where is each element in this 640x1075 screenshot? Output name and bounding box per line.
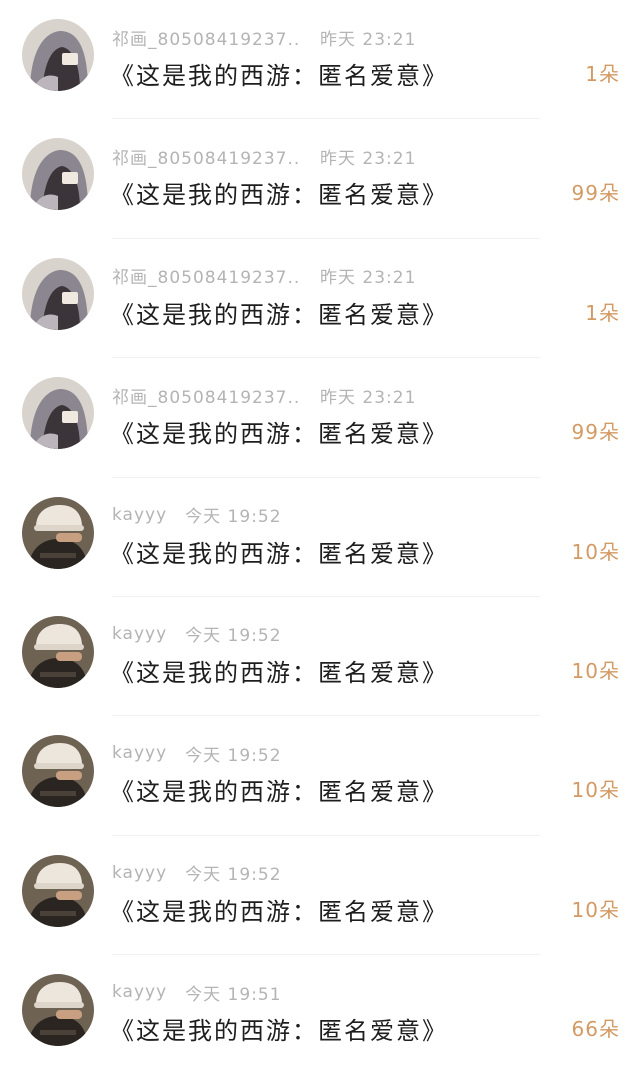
gift-count: 10朵 (571, 778, 620, 803)
gift-title: 《这是我的西游：匿名爱意》 (110, 300, 448, 329)
gift-title: 《这是我的西游：匿名爱意》 (110, 897, 448, 926)
user-avatar-hooded-icon[interactable] (22, 19, 94, 91)
gift-title: 《这是我的西游：匿名爱意》 (110, 420, 448, 449)
list-item[interactable]: 祁画_80508419237... 昨天 23:21 《这是我的西游：匿名爱意》… (0, 358, 640, 478)
gift-count: 10朵 (571, 897, 620, 922)
list-item[interactable]: kayyy 今天 19:52 《这是我的西游：匿名爱意》 10朵 (0, 478, 640, 598)
gift-count: 99朵 (571, 420, 620, 445)
sender-name[interactable]: 祁画_80508419237... (112, 144, 302, 169)
gift-meta: 祁画_80508419237... 昨天 23:21 (112, 263, 416, 289)
gift-time: 今天 19:52 (185, 865, 282, 886)
list-item[interactable]: kayyy 今天 19:52 《这是我的西游：匿名爱意》 10朵 (0, 836, 640, 956)
gift-title: 《这是我的西游：匿名爱意》 (110, 62, 448, 90)
sender-name[interactable]: kayyy (112, 743, 167, 763)
sender-name[interactable]: kayyy (112, 863, 167, 883)
gift-count: 1朵 (585, 300, 620, 325)
list-item[interactable]: kayyy 今天 19:52 《这是我的西游：匿名爱意》 10朵 (0, 716, 640, 837)
gift-title: 《这是我的西游：匿名爱意》 (110, 181, 448, 210)
list-item[interactable]: 祁画_80508419237... 昨天 23:21 《这是我的西游：匿名爱意》… (0, 119, 640, 240)
gift-title: 《这是我的西游：匿名爱意》 (110, 778, 448, 807)
gift-meta: kayyy 今天 19:52 (112, 502, 282, 528)
sender-name[interactable]: 祁画_80508419237... (112, 263, 302, 288)
list-item[interactable]: 祁画_80508419237... 昨天 23:21 《这是我的西游：匿名爱意》… (0, 0, 640, 120)
gift-time: 昨天 23:21 (320, 387, 417, 408)
gift-title: 《这是我的西游：匿名爱意》 (110, 1017, 448, 1046)
gift-count: 10朵 (571, 539, 620, 564)
sender-name[interactable]: kayyy (112, 624, 167, 644)
user-avatar-cap-icon[interactable] (22, 854, 94, 927)
gift-time: 今天 19:52 (185, 626, 282, 647)
gift-title: 《这是我的西游：匿名爱意》 (110, 658, 448, 687)
user-avatar-cap-icon[interactable] (22, 974, 94, 1047)
sender-name[interactable]: 祁画_80508419237... (112, 25, 302, 50)
gift-meta: 祁画_80508419237... 昨天 23:21 (112, 382, 416, 408)
user-avatar-cap-icon[interactable] (22, 735, 94, 808)
list-item[interactable]: kayyy 今天 19:51 《这是我的西游：匿名爱意》 66朵 (0, 955, 640, 1074)
gift-meta: 祁画_80508419237... 昨天 23:21 (112, 143, 416, 169)
sender-name[interactable]: 祁画_80508419237... (112, 383, 302, 408)
sender-name[interactable]: kayyy (112, 982, 167, 1002)
gift-time: 昨天 23:21 (320, 29, 417, 50)
gift-time: 昨天 23:21 (320, 148, 417, 169)
gift-count: 66朵 (571, 1017, 620, 1042)
sender-name[interactable]: kayyy (112, 505, 167, 525)
gift-time: 今天 19:52 (185, 507, 282, 528)
gift-time: 今天 19:52 (185, 745, 282, 766)
user-avatar-cap-icon[interactable] (22, 615, 94, 688)
user-avatar-hooded-icon[interactable] (22, 377, 94, 450)
gift-count: 10朵 (571, 658, 620, 683)
gift-meta: kayyy 今天 19:52 (112, 860, 282, 886)
gift-meta: kayyy 今天 19:52 (112, 621, 282, 647)
gift-time: 昨天 23:21 (320, 268, 417, 289)
gift-count: 1朵 (585, 62, 620, 86)
list-item[interactable]: kayyy 今天 19:52 《这是我的西游：匿名爱意》 10朵 (0, 597, 640, 717)
user-avatar-hooded-icon[interactable] (22, 138, 94, 211)
user-avatar-cap-icon[interactable] (22, 496, 94, 569)
gift-count: 99朵 (571, 181, 620, 206)
gift-list: 祁画_80508419237... 昨天 23:21 《这是我的西游：匿名爱意》… (0, 0, 640, 1075)
gift-meta: kayyy 今天 19:51 (112, 979, 282, 1005)
gift-meta: 祁画_80508419237... 昨天 23:21 (112, 24, 416, 50)
gift-meta: kayyy 今天 19:52 (112, 740, 282, 766)
list-item[interactable]: 祁画_80508419237... 昨天 23:21 《这是我的西游：匿名爱意》… (0, 239, 640, 359)
user-avatar-hooded-icon[interactable] (22, 257, 94, 330)
gift-time: 今天 19:51 (185, 984, 282, 1005)
gift-title: 《这是我的西游：匿名爱意》 (110, 539, 448, 568)
